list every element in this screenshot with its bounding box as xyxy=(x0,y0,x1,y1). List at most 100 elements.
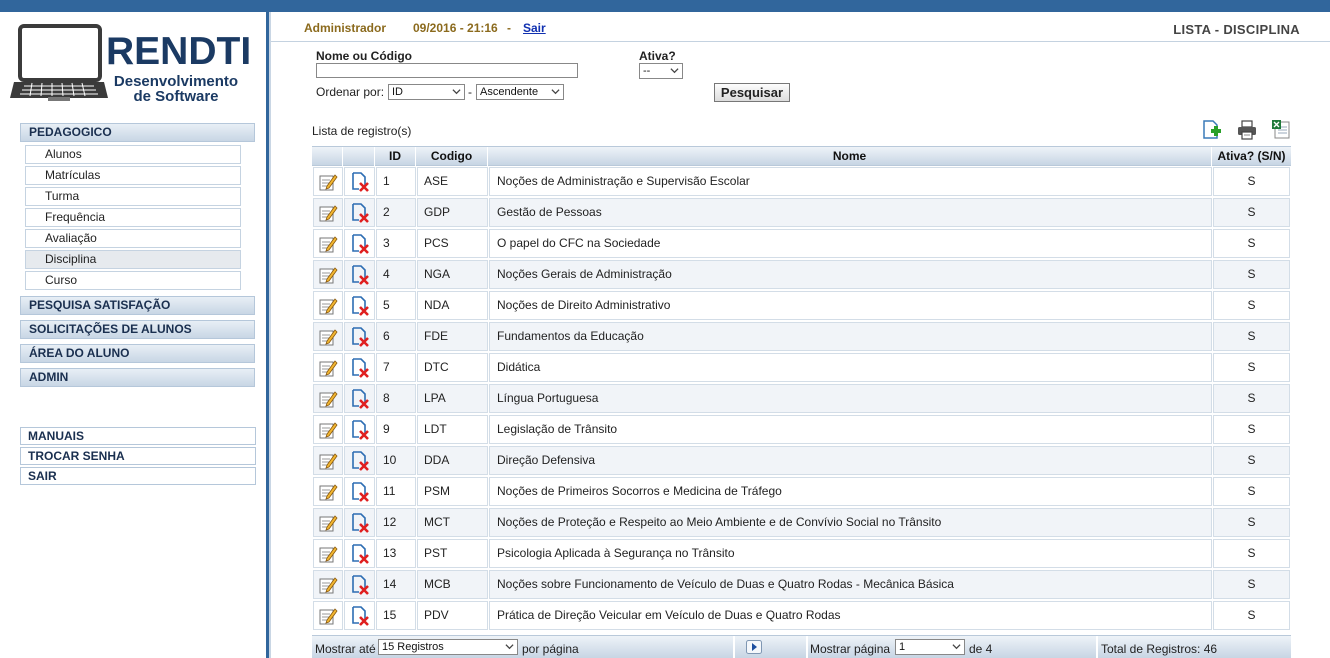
cell-nome: Noções de Direito Administrativo xyxy=(489,291,1212,320)
delete-cell xyxy=(344,570,375,599)
delete-cell xyxy=(344,384,375,413)
show-up-to-label: Mostrar até xyxy=(315,642,376,656)
table-row: 2 GDP Gestão de Pessoas S xyxy=(312,197,1291,228)
name-filter-label: Nome ou Código xyxy=(316,49,412,63)
cell-id: 10 xyxy=(376,446,416,475)
total-records: Total de Registros: 46 xyxy=(1101,642,1218,656)
per-page-value: 15 Registros xyxy=(382,641,444,653)
chevron-down-icon xyxy=(551,89,560,95)
sidebar: RENDTI Desenvolvimento de Software PEDAG… xyxy=(0,12,266,658)
cell-ativa: S xyxy=(1213,570,1290,599)
menu-solicitacoes-alunos[interactable]: SOLICITAÇÕES DE ALUNOS xyxy=(20,320,255,339)
menu-item-curso[interactable]: Curso xyxy=(25,271,241,290)
menu-area-aluno[interactable]: ÁREA DO ALUNO xyxy=(20,344,255,363)
cell-nome: Prática de Direção Veicular em Veículo d… xyxy=(489,601,1212,630)
delete-icon[interactable] xyxy=(348,605,370,637)
logout-link[interactable]: Sair xyxy=(523,21,546,35)
order-direction-select[interactable]: Ascendente xyxy=(476,84,564,100)
cell-nome: Noções sobre Funcionamento de Veículo de… xyxy=(489,570,1212,599)
menu-pedagogico[interactable]: PEDAGOGICO xyxy=(20,123,255,142)
cell-codigo: MCT xyxy=(417,508,488,537)
menu-item-disciplina[interactable]: Disciplina xyxy=(25,250,241,269)
order-field-select[interactable]: ID xyxy=(388,84,465,100)
delete-cell xyxy=(344,477,375,506)
name-filter-input[interactable] xyxy=(316,63,578,78)
per-page-select[interactable]: 15 Registros xyxy=(378,639,518,655)
menu-pesquisa-satisfacao[interactable]: PESQUISA SATISFAÇÃO xyxy=(20,296,255,315)
top-bar: Administrador 09/2016 - 21:16 - Sair LIS… xyxy=(271,12,1330,42)
cell-nome: Noções de Primeiros Socorros e Medicina … xyxy=(489,477,1212,506)
menu-item-alunos[interactable]: Alunos xyxy=(25,145,241,164)
cell-nome: Legislação de Trânsito xyxy=(489,415,1212,444)
ativa-select[interactable]: -- xyxy=(639,63,683,79)
excel-icon[interactable] xyxy=(1270,119,1292,141)
cell-codigo: GDP xyxy=(417,198,488,227)
header-codigo[interactable]: Codigo xyxy=(416,147,488,167)
menu-trocar-senha[interactable]: TROCAR SENHA xyxy=(20,447,256,465)
cell-codigo: NDA xyxy=(417,291,488,320)
pager-divider xyxy=(1096,636,1098,658)
cell-ativa: S xyxy=(1213,167,1290,196)
edit-cell xyxy=(313,477,343,506)
table-row: 14 MCB Noções sobre Funcionamento de Veícu… xyxy=(312,569,1291,600)
total-pages: de 4 xyxy=(969,642,993,656)
menu-item-turma[interactable]: Turma xyxy=(25,187,241,206)
table-row: 12 MCT Noções de Proteção e Respeito ao Me… xyxy=(312,507,1291,538)
cell-codigo: PSM xyxy=(417,477,488,506)
header-ativa[interactable]: Ativa? (S/N) xyxy=(1212,147,1291,167)
delete-cell xyxy=(344,446,375,475)
table-row: 1 ASE Noções de Administração e Supervisão… xyxy=(312,166,1291,197)
table-row: 6 FDE Fundamentos da Educação S xyxy=(312,321,1291,352)
main-left-border xyxy=(269,12,271,658)
pager-divider xyxy=(733,636,735,658)
table-row: 13 PST Psicologia Aplicada à Segurança no … xyxy=(312,538,1291,569)
search-button[interactable]: Pesquisar xyxy=(714,83,790,102)
delete-cell xyxy=(344,229,375,258)
cell-ativa: S xyxy=(1213,229,1290,258)
header-delete-col xyxy=(343,147,375,167)
edit-cell xyxy=(313,353,343,382)
header-id[interactable]: ID xyxy=(375,147,416,167)
logo-subtitle: Desenvolvimento de Software xyxy=(106,74,246,104)
cell-id: 11 xyxy=(376,477,416,506)
menu-item-frequencia[interactable]: Frequência xyxy=(25,208,241,227)
print-icon[interactable] xyxy=(1236,119,1258,141)
edit-icon[interactable] xyxy=(318,606,338,636)
table-row: 7 DTC Didática S xyxy=(312,352,1291,383)
cell-nome: Fundamentos da Educação xyxy=(489,322,1212,351)
menu-sair[interactable]: SAIR xyxy=(20,467,256,485)
delete-cell xyxy=(344,353,375,382)
next-page-icon[interactable] xyxy=(746,640,762,654)
edit-cell xyxy=(313,384,343,413)
per-page-suffix: por página xyxy=(522,642,579,656)
delete-cell xyxy=(344,260,375,289)
show-page-label: Mostrar página xyxy=(810,642,891,656)
cell-id: 4 xyxy=(376,260,416,289)
edit-cell xyxy=(313,539,343,568)
cell-id: 14 xyxy=(376,570,416,599)
cell-nome: Didática xyxy=(489,353,1212,382)
edit-cell xyxy=(313,291,343,320)
cell-id: 7 xyxy=(376,353,416,382)
page-title: LISTA - DISCIPLINA xyxy=(1173,22,1300,37)
order-label: Ordenar por: xyxy=(316,85,385,99)
cell-codigo: PST xyxy=(417,539,488,568)
menu-admin[interactable]: ADMIN xyxy=(20,368,255,387)
delete-cell xyxy=(344,198,375,227)
add-icon[interactable] xyxy=(1201,119,1223,141)
cell-codigo: FDE xyxy=(417,322,488,351)
header-nome[interactable]: Nome xyxy=(488,147,1212,167)
edit-cell xyxy=(313,260,343,289)
cell-id: 8 xyxy=(376,384,416,413)
edit-cell xyxy=(313,415,343,444)
chevron-down-icon xyxy=(452,89,461,95)
cell-ativa: S xyxy=(1213,198,1290,227)
page-select[interactable]: 1 xyxy=(895,639,965,655)
edit-cell xyxy=(313,601,343,630)
delete-cell xyxy=(344,322,375,351)
menu-item-matriculas[interactable]: Matrículas xyxy=(25,166,241,185)
menu-item-avaliacao[interactable]: Avaliação xyxy=(25,229,241,248)
edit-cell xyxy=(313,322,343,351)
cell-codigo: DTC xyxy=(417,353,488,382)
menu-manuais[interactable]: MANUAIS xyxy=(20,427,256,445)
